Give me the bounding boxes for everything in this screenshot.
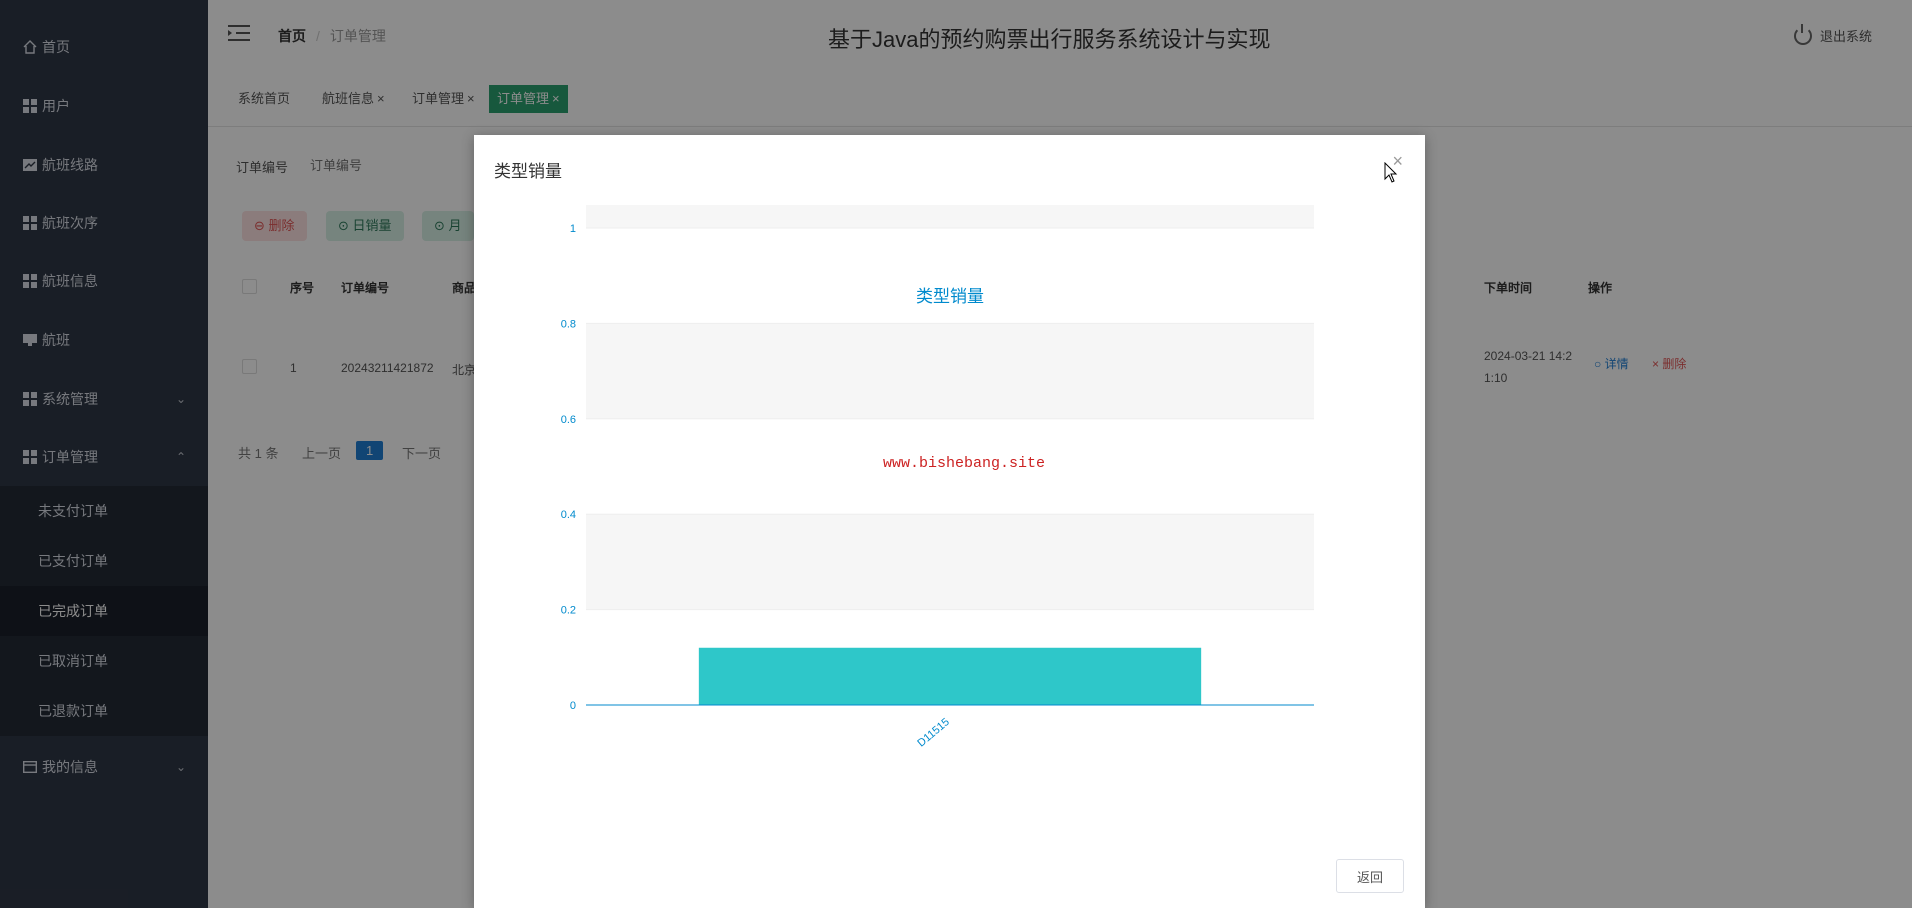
chart-band: [586, 205, 1314, 228]
y-tick-label: 0.6: [561, 414, 576, 426]
bar-D11515[interactable]: [698, 647, 1202, 705]
modal-title: 类型销量: [494, 162, 562, 181]
y-tick-label: 0.4: [561, 509, 576, 521]
sales-modal: 类型销量 × 类型销量 0 0.2 0.4 0.6 0.8 1 D11515 www.bi…: [474, 135, 1425, 908]
watermark: www.bishebang.site: [883, 455, 1045, 472]
x-tick-label: D11515: [915, 716, 952, 749]
chart-band: [586, 514, 1314, 610]
y-tick-label: 1: [570, 223, 576, 235]
y-tick-label: 0: [570, 700, 576, 712]
y-tick-label: 0.2: [561, 605, 576, 617]
chart-title: 类型销量: [916, 287, 984, 306]
y-tick-label: 0.8: [561, 318, 576, 330]
mouse-cursor-icon: [1384, 162, 1398, 183]
chart-band: [586, 323, 1314, 419]
back-button[interactable]: 返回: [1336, 859, 1404, 893]
type-sales-chart: 类型销量 0 0.2 0.4 0.6 0.8 1 D11515 www.bishebang…: [561, 205, 1314, 750]
